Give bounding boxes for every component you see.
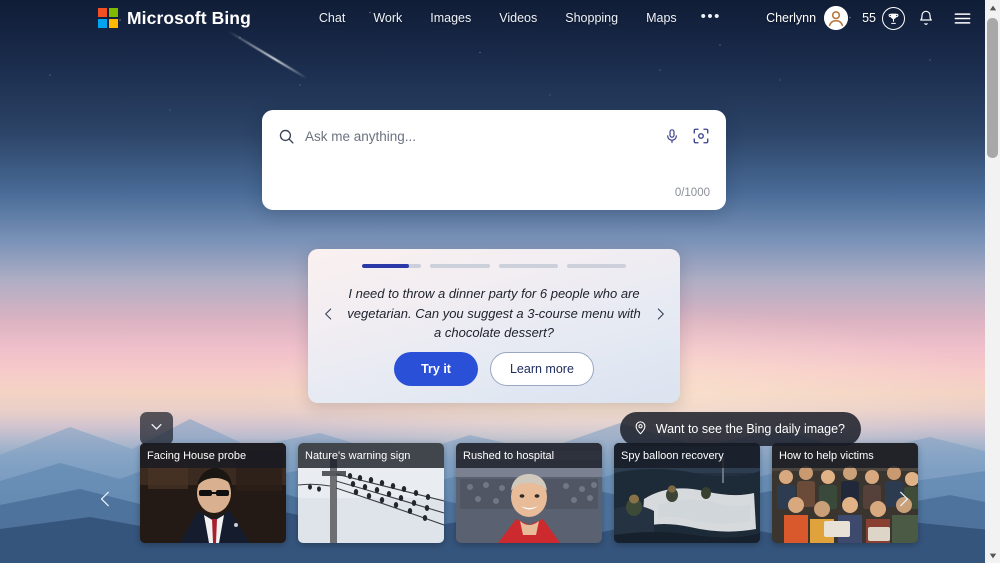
brand-name: Microsoft Bing [127,7,251,28]
nav-item-videos[interactable]: Videos [485,7,551,29]
progress-bar-3[interactable] [498,264,558,268]
trophy-icon [882,6,905,30]
search-actions [664,127,710,145]
collapse-feed-button[interactable] [140,412,173,445]
scrollbar-thumb[interactable] [987,18,998,158]
progress-bar-1[interactable] [362,264,422,268]
news-card-title: Spy balloon recovery [614,443,760,468]
search-box[interactable]: 0/1000 [262,110,726,210]
try-it-button[interactable]: Try it [394,351,478,386]
carousel-progress-indicators [308,249,680,268]
news-card-natures-warning-sign[interactable]: Nature's warning sign [298,443,444,543]
search-icon[interactable] [278,128,295,145]
news-card-list: Facing House probe Nature's warning sign… [140,443,918,543]
suggestion-body: I need to throw a dinner party for 6 peo… [308,268,680,360]
microphone-icon[interactable] [664,128,680,145]
scrollbar-track[interactable] [985,15,1000,548]
nav-item-work[interactable]: Work [359,7,416,29]
visual-search-icon[interactable] [692,127,710,145]
progress-bar-2[interactable] [430,264,490,268]
nav-item-images[interactable]: Images [416,7,485,29]
news-card-title: Rushed to hospital [456,443,602,468]
news-card-facing-house-probe[interactable]: Facing House probe [140,443,286,543]
chevron-right-icon[interactable] [646,303,674,325]
scroll-up-arrow-icon[interactable] [985,0,1000,15]
notifications-bell-icon[interactable] [911,3,941,33]
search-row [262,110,726,150]
char-counter: 0/1000 [674,187,710,199]
daily-image-label: Want to see the Bing daily image? [655,422,845,436]
carousel-prev-button[interactable] [90,479,120,519]
suggestion-prompt-text: I need to throw a dinner party for 6 peo… [347,285,641,341]
news-card-title: Facing House probe [140,443,286,468]
learn-more-button[interactable]: Learn more [489,351,594,386]
suggestion-actions: Try it Learn more [308,351,680,386]
news-card-rushed-to-hospital[interactable]: Rushed to hospital [456,443,602,543]
carousel-next-button[interactable] [888,479,918,519]
bing-homepage: Microsoft Bing Chat Work Images Videos S… [0,0,1000,563]
nav-item-maps[interactable]: Maps [632,7,691,29]
bing-daily-image-prompt[interactable]: Want to see the Bing daily image? [619,412,861,446]
news-carousel: Facing House probe Nature's warning sign… [0,443,1000,563]
user-avatar-icon[interactable] [824,6,849,30]
news-card-spy-balloon-recovery[interactable]: Spy balloon recovery [614,443,760,543]
user-name[interactable]: Cherlynn [766,11,816,25]
news-card-title: How to help victims [772,443,918,468]
page-scrollbar[interactable] [985,0,1000,563]
chevron-left-icon[interactable] [314,303,342,325]
progress-bar-4[interactable] [566,264,626,268]
rewards-button[interactable]: 55 [862,6,905,30]
chevron-down-icon [149,419,164,439]
nav-item-shopping[interactable]: Shopping [551,7,632,29]
scroll-down-arrow-icon[interactable] [985,548,1000,563]
main-nav: Chat Work Images Videos Shopping Maps ••… [305,7,731,29]
rewards-count: 55 [862,11,876,25]
location-pin-icon [633,420,648,438]
top-navigation-bar: Microsoft Bing Chat Work Images Videos S… [0,0,1000,36]
suggestion-card: I need to throw a dinner party for 6 peo… [308,249,680,403]
nav-item-chat[interactable]: Chat [305,7,359,29]
microsoft-logo-icon [98,8,118,28]
nav-more-icon[interactable]: ••• [691,9,731,24]
bing-logo-brand[interactable]: Microsoft Bing [98,8,251,29]
search-input[interactable] [295,128,664,144]
hamburger-menu-icon[interactable] [947,3,977,33]
header-right-cluster: Cherlynn 55 [766,3,1000,33]
news-card-title: Nature's warning sign [298,443,444,468]
